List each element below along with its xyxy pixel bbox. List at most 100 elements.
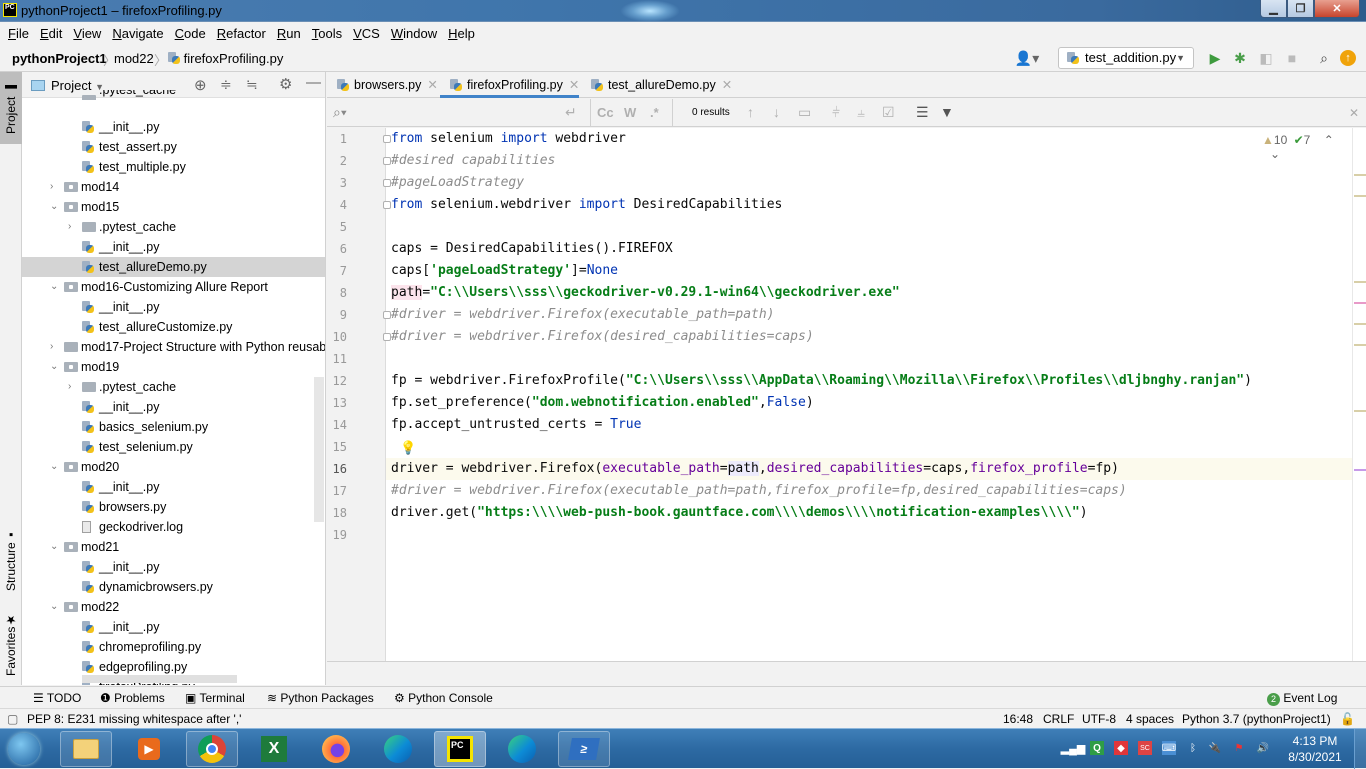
chevron-right-icon[interactable]: › (68, 217, 71, 237)
words-toggle[interactable]: W (624, 105, 636, 120)
tree-horizontal-scrollbar[interactable] (82, 675, 237, 683)
media-player-icon[interactable]: ▶ (123, 731, 175, 767)
stripe-mark[interactable] (1354, 344, 1366, 346)
tree-file[interactable]: test_multiple.py (22, 157, 325, 177)
lightbulb-icon[interactable]: 💡 (400, 438, 416, 460)
toggle-occurrence-icon[interactable]: ☑ (882, 104, 895, 121)
tree-folder[interactable]: › .pytest_cache (22, 377, 325, 397)
tree-file[interactable]: __init__.py (22, 237, 325, 257)
file-encoding[interactable]: UTF-8 (1082, 712, 1116, 726)
tree-file[interactable]: test_assert.py (22, 137, 325, 157)
find-input[interactable] (351, 102, 581, 122)
stripe-mark[interactable] (1354, 302, 1366, 304)
action-center-icon[interactable]: ⚑ (1232, 741, 1246, 755)
next-highlight-icon[interactable]: ⌄ (1270, 147, 1280, 161)
tree-file[interactable]: chromeprofiling.py (22, 637, 325, 657)
hide-panel-icon[interactable]: — (306, 74, 321, 91)
close-tab-icon[interactable]: ✕ (427, 78, 437, 92)
coverage-icon[interactable]: ◧ (1258, 50, 1274, 66)
fold-marker-icon[interactable] (383, 179, 391, 187)
close-find-icon[interactable]: ✕ (1349, 106, 1359, 120)
stripe-mark[interactable] (1354, 281, 1366, 283)
tree-folder[interactable]: .pytest_cache (22, 90, 325, 100)
code-line[interactable]: caps['pageLoadStrategy']=None (391, 260, 618, 282)
stripe-mark[interactable] (1354, 469, 1366, 471)
language-icon[interactable]: ⌨ (1162, 741, 1176, 755)
vcs-user-icon[interactable]: 👤▾ (1014, 50, 1040, 66)
previous-highlight-icon[interactable]: ⌃ (1324, 133, 1334, 147)
code-editor[interactable]: ▲10 ✔7 ⌃ ⌄ from selenium import webdrive… (383, 128, 1352, 661)
tree-file[interactable]: __init__.py (22, 477, 325, 497)
python-packages-tab[interactable]: ≋ Python Packages (267, 691, 374, 705)
terminal-tab[interactable]: ▣ Terminal (185, 691, 245, 705)
chevron-down-icon[interactable]: ⌄ (50, 537, 58, 557)
menu-window[interactable]: Window (387, 26, 441, 41)
tree-file[interactable]: __init__.py (22, 117, 325, 137)
editor-tab[interactable]: browsers.py ✕ (327, 72, 438, 98)
favorites-tool-tab[interactable]: Favorites ★ (0, 607, 22, 682)
chevron-right-icon[interactable]: › (50, 337, 53, 357)
tree-file[interactable]: __init__.py (22, 557, 325, 577)
stripe-mark[interactable] (1354, 323, 1366, 325)
chrome-icon[interactable] (186, 731, 238, 767)
excel-icon[interactable]: X (248, 731, 300, 767)
code-line[interactable]: fp.accept_untrusted_certs = True (391, 414, 641, 436)
tree-folder[interactable]: › mod14 (22, 177, 325, 197)
menu-tools[interactable]: Tools (308, 26, 346, 41)
power-icon[interactable]: 🔌 (1208, 741, 1222, 755)
tree-file[interactable]: __init__.py (22, 297, 325, 317)
stop-icon[interactable]: ■ (1284, 50, 1300, 66)
fold-marker-icon[interactable] (383, 333, 391, 341)
edge-icon-2[interactable] (496, 731, 548, 767)
run-icon[interactable]: ▶ (1207, 50, 1223, 66)
code-line[interactable]: driver.get("https:\\\\web-push-book.gaun… (391, 502, 1088, 524)
run-configuration-select[interactable]: test_addition.py ▼ (1058, 47, 1194, 69)
powershell-icon[interactable]: ≥ (558, 731, 610, 767)
fold-marker-icon[interactable] (383, 201, 391, 209)
python-interpreter[interactable]: Python 3.7 (pythonProject1) (1182, 712, 1331, 726)
tree-vertical-scrollbar[interactable] (314, 377, 324, 522)
chevron-down-icon[interactable]: ⌄ (50, 457, 58, 477)
tree-folder[interactable]: ⌄ mod22 (22, 597, 325, 617)
update-icon[interactable]: ↑ (1340, 50, 1356, 66)
regex-toggle[interactable]: .* (650, 105, 659, 120)
tree-folder[interactable]: ⌄ mod15 (22, 197, 325, 217)
toggle-tool-windows-icon[interactable]: ▢ (7, 712, 18, 726)
start-button[interactable] (4, 731, 44, 767)
filter-options-icon[interactable]: ☰ (916, 104, 929, 121)
code-line[interactable]: driver = webdriver.Firefox(executable_pa… (386, 458, 1352, 480)
tree-file[interactable]: __init__.py (22, 617, 325, 637)
problems-tab[interactable]: ❶ Problems (100, 691, 165, 705)
menu-run[interactable]: Run (273, 26, 305, 41)
inspection-widget[interactable]: ▲10 ✔7 ⌃ ⌄ (1262, 133, 1352, 161)
search-icon[interactable]: ⌕▾ (333, 104, 347, 121)
debug-icon[interactable]: ✱ (1232, 50, 1248, 66)
code-line[interactable]: fp = webdriver.FirefoxProfile("C:\\Users… (391, 370, 1252, 392)
code-line[interactable]: caps = DesiredCapabilities().FIREFOX (391, 238, 673, 260)
stripe-mark[interactable] (1354, 410, 1366, 412)
menu-file[interactable]: File (4, 26, 33, 41)
chevron-right-icon[interactable]: › (68, 377, 71, 397)
code-line[interactable]: #desired capabilities (383, 150, 555, 172)
code-line[interactable]: from selenium import webdriver (383, 128, 626, 150)
remove-occurrence-icon[interactable]: ⫨ (857, 104, 865, 121)
tree-file[interactable]: browsers.py (22, 497, 325, 517)
tree-folder[interactable]: ⌄ mod21 (22, 537, 325, 557)
menu-help[interactable]: Help (444, 26, 479, 41)
tree-file[interactable]: __init__.py (22, 397, 325, 417)
menu-view[interactable]: View (69, 26, 105, 41)
code-line[interactable]: #driver = webdriver.Firefox(executable_p… (383, 304, 775, 326)
menu-edit[interactable]: Edit (36, 26, 66, 41)
tree-folder[interactable]: › .pytest_cache (22, 217, 325, 237)
volume-icon[interactable]: 🔊 (1256, 741, 1270, 755)
system-clock[interactable]: 4:13 PM 8/30/2021 (1283, 733, 1347, 765)
stripe-mark[interactable] (1354, 195, 1366, 197)
chevron-down-icon[interactable]: ⌄ (50, 597, 58, 617)
tree-file[interactable]: dynamicbrowsers.py (22, 577, 325, 597)
menu-vcs[interactable]: VCS (349, 26, 384, 41)
fold-marker-icon[interactable] (383, 311, 391, 319)
tree-folder[interactable]: › mod17-Project Structure with Python reu… (22, 337, 325, 357)
code-line[interactable]: fp.set_preference("dom.webnotification.e… (391, 392, 814, 414)
tree-folder[interactable]: ⌄ mod16-Customizing Allure Report (22, 277, 325, 297)
match-case-toggle[interactable]: Cc (597, 105, 614, 120)
